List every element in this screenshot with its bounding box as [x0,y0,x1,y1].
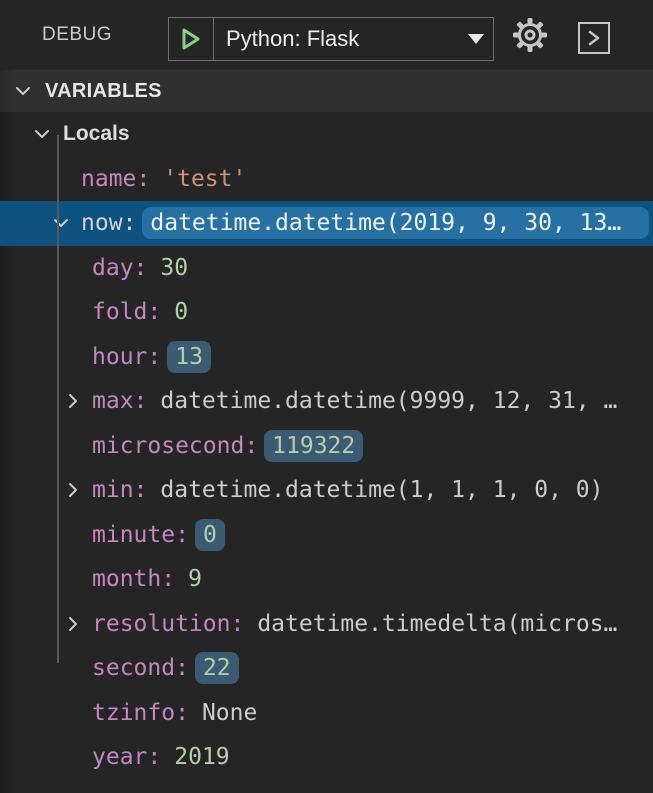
debug-toolbar: DEBUG Python: Flask [0,0,653,70]
chevron-spacer [61,745,85,769]
variable-row-tzinfo[interactable]: tzinfo: None [0,691,653,736]
variables-section-header[interactable]: VARIABLES [0,70,653,112]
variable-row-now[interactable]: now:datetime.datetime(2019, 9, 30, 13… [0,201,653,246]
debug-console-button[interactable] [574,18,614,58]
variable-name: max: [92,388,147,414]
debug-console-icon [578,22,610,54]
variable-value: 0 [195,519,225,551]
variable-name: now: [81,210,136,236]
chevron-spacer [49,167,73,191]
variable-row-name[interactable]: name: 'test' [0,157,653,202]
variable-row-second[interactable]: second:22 [0,646,653,691]
variable-name: microsecond: [92,433,258,459]
variable-value: 13 [167,341,211,373]
variable-value: 9 [188,566,202,592]
variable-value: 'test' [163,166,246,192]
chevron-spacer [61,656,85,680]
scope-label: Locals [63,122,130,146]
variable-value: 22 [195,652,239,684]
variable-value: 2019 [174,744,229,770]
variable-name: day: [92,255,147,281]
chevron-right-icon[interactable] [61,612,85,636]
variable-value: datetime.datetime(2019, 9, 30, 13… [142,207,649,239]
start-debugging-button[interactable] [169,18,214,60]
variable-name: fold: [92,299,161,325]
chevron-spacer [61,345,85,369]
variable-name: month: [92,566,175,592]
chevron-down-icon[interactable] [30,122,54,146]
variable-row-month[interactable]: month: 9 [0,557,653,602]
variables-section-label: VARIABLES [45,80,162,103]
chevron-down-icon[interactable] [49,211,73,235]
variable-value: 0 [174,299,188,325]
variable-row-max[interactable]: max: datetime.datetime(9999, 12, 31, … [0,379,653,424]
scope-row-locals[interactable]: Locals [0,112,653,157]
variable-row-minute[interactable]: minute:0 [0,513,653,558]
variable-row-fold[interactable]: fold: 0 [0,290,653,335]
variable-name: resolution: [92,611,244,637]
variable-value: 119322 [264,430,363,462]
variable-name: second: [92,655,189,681]
variable-name: name: [81,166,150,192]
gear-icon [511,16,549,54]
settings-button[interactable] [509,14,551,56]
variable-name: hour: [92,344,161,370]
variable-row-year[interactable]: year: 2019 [0,735,653,780]
variable-value: datetime.datetime(1, 1, 1, 0, 0) [160,477,603,503]
indent-guide [57,135,59,663]
variable-row-resolution[interactable]: resolution: datetime.timedelta(micros… [0,602,653,647]
variable-row-hour[interactable]: hour:13 [0,335,653,380]
variable-value: datetime.timedelta(micros… [257,611,617,637]
debug-panel-title: DEBUG [42,0,112,70]
variable-value: 30 [160,255,188,281]
chevron-spacer [61,256,85,280]
chevron-spacer [61,300,85,324]
variable-row-microsecond[interactable]: microsecond:119322 [0,424,653,469]
dropdown-caret-icon [459,18,493,60]
chevron-right-icon[interactable] [61,478,85,502]
play-icon [180,27,202,51]
debug-configuration-dropdown[interactable]: Python: Flask [168,17,494,61]
variable-name: tzinfo: [92,700,189,726]
variable-row-min[interactable]: min: datetime.datetime(1, 1, 1, 0, 0) [0,468,653,513]
variable-name: minute: [92,522,189,548]
chevron-spacer [61,701,85,725]
chevron-spacer [61,523,85,547]
variables-tree: Locals name:'test'now:datetime.datetime(… [0,112,653,780]
variable-value: datetime.datetime(9999, 12, 31, … [160,388,617,414]
chevron-down-icon [13,81,33,101]
variable-row-day[interactable]: day: 30 [0,246,653,291]
chevron-spacer [61,567,85,591]
debug-sidebar: DEBUG Python: Flask [0,0,653,793]
chevron-spacer [61,434,85,458]
variable-value: None [202,700,257,726]
debug-configuration-value: Python: Flask [214,18,459,60]
chevron-right-icon[interactable] [61,389,85,413]
variable-name: min: [92,477,147,503]
variable-name: year: [92,744,161,770]
